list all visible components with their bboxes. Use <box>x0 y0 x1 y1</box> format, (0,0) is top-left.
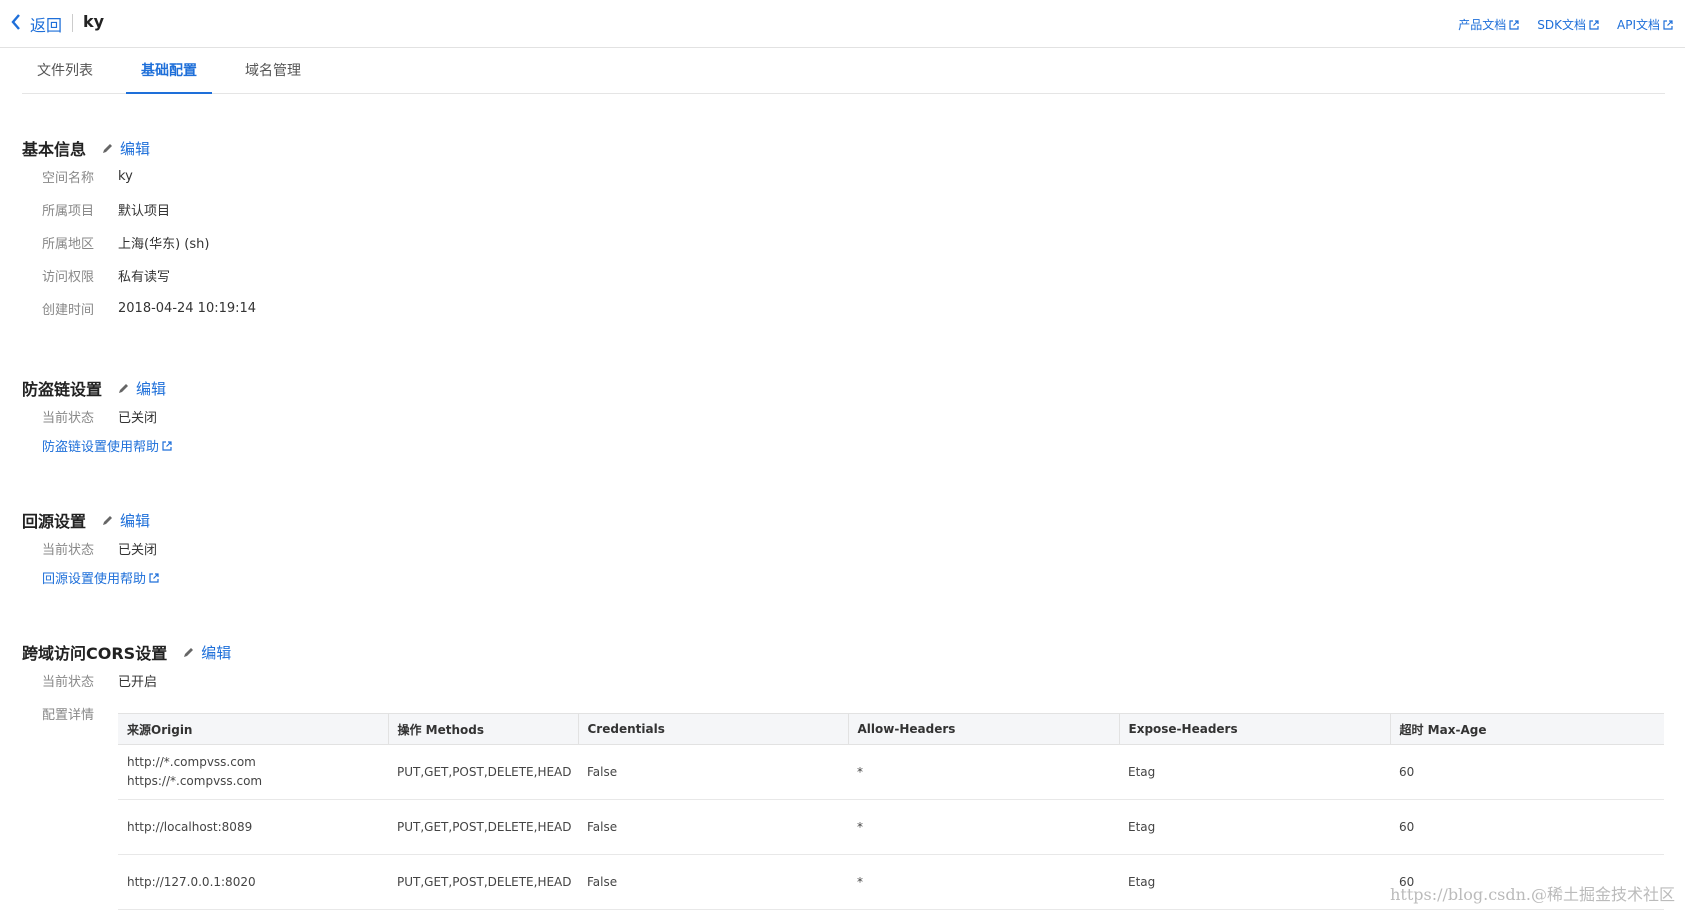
section-title: 跨域访问CORS设置 <box>22 644 168 663</box>
column-header: 超时 Max-Age <box>1390 713 1664 745</box>
info-row: 访问权限 私有读写 <box>42 270 171 285</box>
tab-domain-management[interactable]: 域名管理 <box>230 48 316 94</box>
origin-cell: http://localhost:8089 <box>118 799 388 855</box>
edit-basic-info-button[interactable]: 编辑 <box>102 138 150 159</box>
basic-info-section: 基本信息 编辑 空间名称 ky 所属项目 默认项目 所属地区 上海(华东) (sh) … <box>22 136 256 325</box>
doc-links: 产品文档 SDK文档 API文档 <box>1458 16 1673 33</box>
external-link-icon <box>1589 19 1599 30</box>
table-header-row: 来源Origin 操作 Methods Credentials Allow-He… <box>118 713 1664 745</box>
credentials-cell: False <box>578 744 848 800</box>
column-header: Credentials <box>578 713 849 745</box>
divider <box>72 14 73 32</box>
external-link-icon <box>1509 19 1519 30</box>
status-value: 已开启 <box>118 675 158 690</box>
expose-headers-cell: Etag <box>1119 854 1390 910</box>
origin-cell: http://*.compvss.com https://*.compvss.c… <box>118 744 388 800</box>
info-row: 空间名称 ky <box>42 169 133 186</box>
origin-help-link[interactable]: 回源设置使用帮助 <box>22 568 159 587</box>
external-link-icon <box>162 440 172 451</box>
info-row: 所属地区 上海(华东) (sh) <box>42 237 210 252</box>
column-header: Allow-Headers <box>848 713 1120 745</box>
back-button[interactable]: 返回 <box>10 12 62 36</box>
pencil-icon <box>184 648 194 657</box>
hotlink-help-link[interactable]: 防盗链设置使用帮助 <box>22 436 172 455</box>
origin-section: 回源设置 编辑 当前状态 已关闭 回源设置使用帮助 <box>22 508 159 587</box>
pencil-icon <box>103 516 113 525</box>
methods-cell: PUT,GET,POST,DELETE,HEAD <box>388 744 578 800</box>
table-row: http://*.compvss.com https://*.compvss.c… <box>118 744 1664 800</box>
hotlink-section: 防盗链设置 编辑 当前状态 已关闭 防盗链设置使用帮助 <box>22 376 172 455</box>
section-title: 回源设置 <box>22 512 87 531</box>
credentials-cell: False <box>578 799 848 855</box>
origin-cell: http://127.0.0.1:8020 <box>118 854 388 910</box>
allow-headers-cell: * <box>848 854 1119 910</box>
max-age-cell: 60 <box>1390 744 1664 800</box>
methods-cell: PUT,GET,POST,DELETE,HEAD <box>388 854 578 910</box>
top-bar: 返回 ky 产品文档 SDK文档 API文档 <box>0 0 1685 48</box>
max-age-cell: 60 <box>1390 799 1664 855</box>
status-value: 已关闭 <box>118 411 158 426</box>
edit-hotlink-button[interactable]: 编辑 <box>118 378 166 399</box>
api-doc-link[interactable]: API文档 <box>1617 16 1673 33</box>
methods-cell: PUT,GET,POST,DELETE,HEAD <box>388 799 578 855</box>
watermark: https://blog.csdn.@稀土掘金技术社区 <box>1390 885 1675 904</box>
allow-headers-cell: * <box>848 744 1119 800</box>
section-title: 基本信息 <box>22 140 87 159</box>
external-link-icon <box>149 572 159 583</box>
status-row: 当前状态 已关闭 <box>22 532 159 565</box>
pencil-icon <box>103 144 113 153</box>
column-header: 来源Origin <box>118 713 389 745</box>
info-row: 创建时间 2018-04-24 10:19:14 <box>42 301 257 318</box>
allow-headers-cell: * <box>848 799 1119 855</box>
edit-origin-button[interactable]: 编辑 <box>102 510 150 531</box>
expose-headers-cell: Etag <box>1119 744 1390 800</box>
column-header: Expose-Headers <box>1119 713 1391 745</box>
external-link-icon <box>1663 19 1673 30</box>
column-header: 操作 Methods <box>388 713 579 745</box>
back-label: 返回 <box>30 16 63 35</box>
tab-file-list[interactable]: 文件列表 <box>22 48 108 94</box>
chevron-left-icon <box>10 13 22 35</box>
sdk-doc-link[interactable]: SDK文档 <box>1537 16 1599 33</box>
status-value: 已关闭 <box>118 543 158 558</box>
tab-bar: 文件列表 基础配置 域名管理 <box>22 48 1665 94</box>
pencil-icon <box>119 384 129 393</box>
info-row: 所属项目 默认项目 <box>42 204 171 219</box>
credentials-cell: False <box>578 854 848 910</box>
page-title: ky <box>83 12 105 31</box>
table-row: http://localhost:8089 PUT,GET,POST,DELET… <box>118 799 1664 855</box>
expose-headers-cell: Etag <box>1119 799 1390 855</box>
edit-cors-button[interactable]: 编辑 <box>183 642 231 663</box>
product-doc-link[interactable]: 产品文档 <box>1458 16 1519 33</box>
section-title: 防盗链设置 <box>22 380 103 399</box>
status-row: 当前状态 已关闭 <box>22 400 172 433</box>
tab-basic-config[interactable]: 基础配置 <box>126 48 212 94</box>
status-row: 当前状态 已开启 <box>22 664 231 697</box>
